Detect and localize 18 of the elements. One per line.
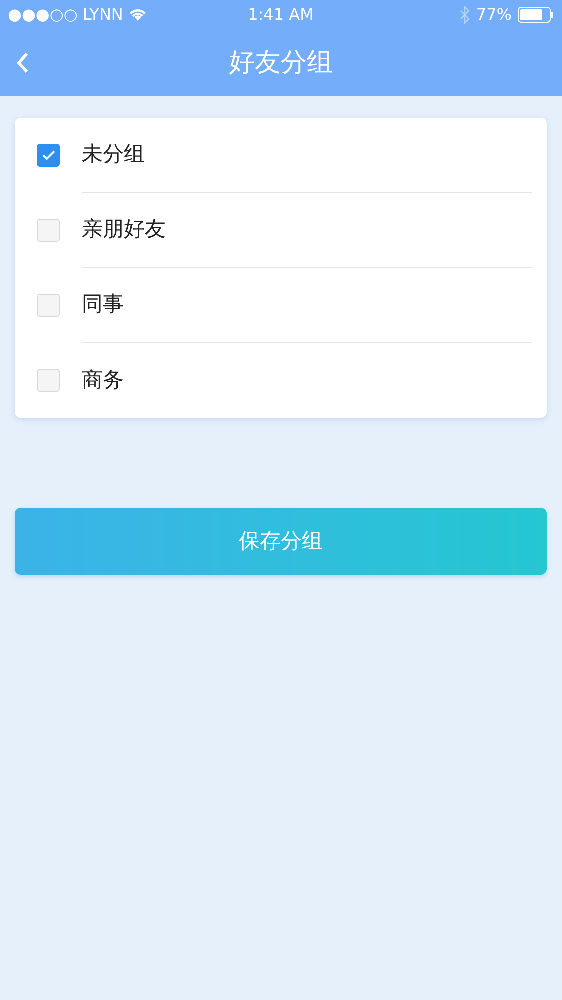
back-icon	[16, 52, 30, 74]
check-icon	[42, 150, 56, 161]
group-checkbox[interactable]	[37, 369, 60, 392]
bluetooth-icon	[460, 6, 470, 24]
group-label: 同事	[82, 291, 124, 318]
wifi-icon	[129, 8, 148, 22]
battery-icon	[518, 7, 554, 23]
group-checkbox[interactable]	[37, 219, 60, 242]
group-label: 未分组	[82, 141, 145, 168]
group-checkbox[interactable]	[37, 294, 60, 317]
carrier-text: ●●●○○ LYNN	[8, 4, 124, 26]
page-title: 好友分组	[229, 46, 333, 80]
battery-text: 77%	[476, 4, 512, 26]
group-label: 商务	[82, 366, 124, 394]
time-text: 1:41 AM	[248, 4, 314, 26]
save-group-button[interactable]: 保存分组	[15, 508, 547, 575]
group-checkbox[interactable]	[37, 144, 60, 167]
group-label: 亲朋好友	[82, 216, 166, 244]
